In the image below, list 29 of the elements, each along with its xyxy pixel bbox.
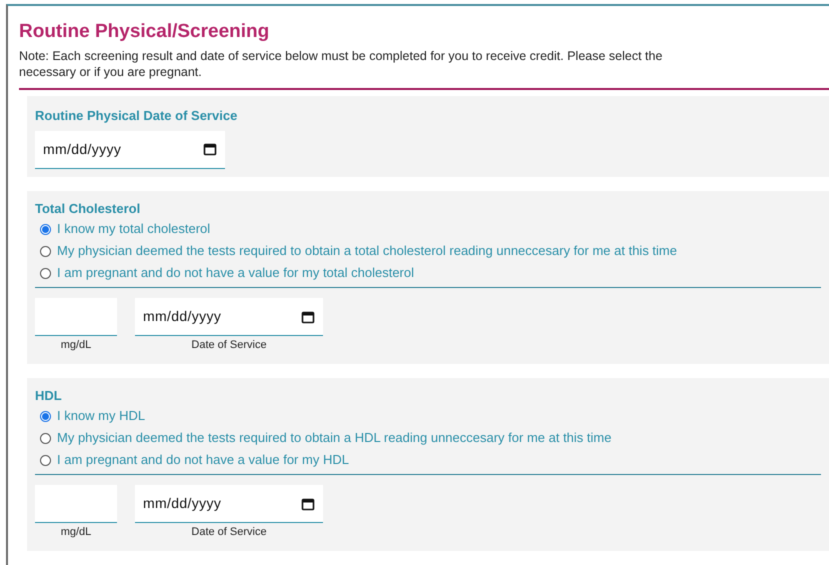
calendar-icon xyxy=(301,310,315,324)
unit-caption: mg/dL xyxy=(60,338,92,353)
radio-button[interactable] xyxy=(40,432,51,444)
unit-caption: mg/dL xyxy=(60,525,92,540)
note-text: Note: Each screening result and date of service below must be completed for you to receive credit. Please select the necessary or if you are pregnant. xyxy=(19,48,664,80)
radio-button[interactable] xyxy=(40,224,51,234)
radio-button[interactable] xyxy=(40,454,51,466)
value-input[interactable] xyxy=(35,485,117,523)
value-input[interactable] xyxy=(35,298,117,336)
radio-option[interactable]: I am pregnant and do not have a value for my HDL xyxy=(40,449,821,471)
date-field[interactable]: mm/dd/yyyy xyxy=(135,298,323,336)
radio-option[interactable]: I know my HDL xyxy=(40,405,821,427)
radio-button[interactable] xyxy=(40,246,51,256)
radio-button[interactable] xyxy=(40,268,51,278)
section-label: HDL xyxy=(35,386,63,404)
date-field[interactable]: mm/dd/yyyy xyxy=(35,130,225,168)
page-title: Routine Physical/Screening xyxy=(19,20,270,44)
radio-button[interactable] xyxy=(40,410,51,422)
radio-option[interactable]: I know my total cholesterol xyxy=(40,218,821,240)
calendar-icon xyxy=(203,142,217,156)
date-caption: Date of Service xyxy=(191,525,267,540)
radio-option[interactable]: My physician deemed the tests required to obtain a total cholesterol reading unneccesary for me at this time xyxy=(40,240,821,262)
date-field[interactable]: mm/dd/yyyy xyxy=(135,485,323,523)
section-label: Routine Physical Date of Service xyxy=(35,107,238,125)
calendar-icon xyxy=(301,496,315,510)
section-label: Total Cholesterol xyxy=(35,200,142,218)
date-caption: Date of Service xyxy=(191,338,267,353)
radio-option[interactable]: My physician deemed the tests required to obtain a HDL reading unneccesary for me at this time xyxy=(40,427,821,449)
radio-option[interactable]: I am pregnant and do not have a value for my total cholesterol xyxy=(40,262,821,284)
